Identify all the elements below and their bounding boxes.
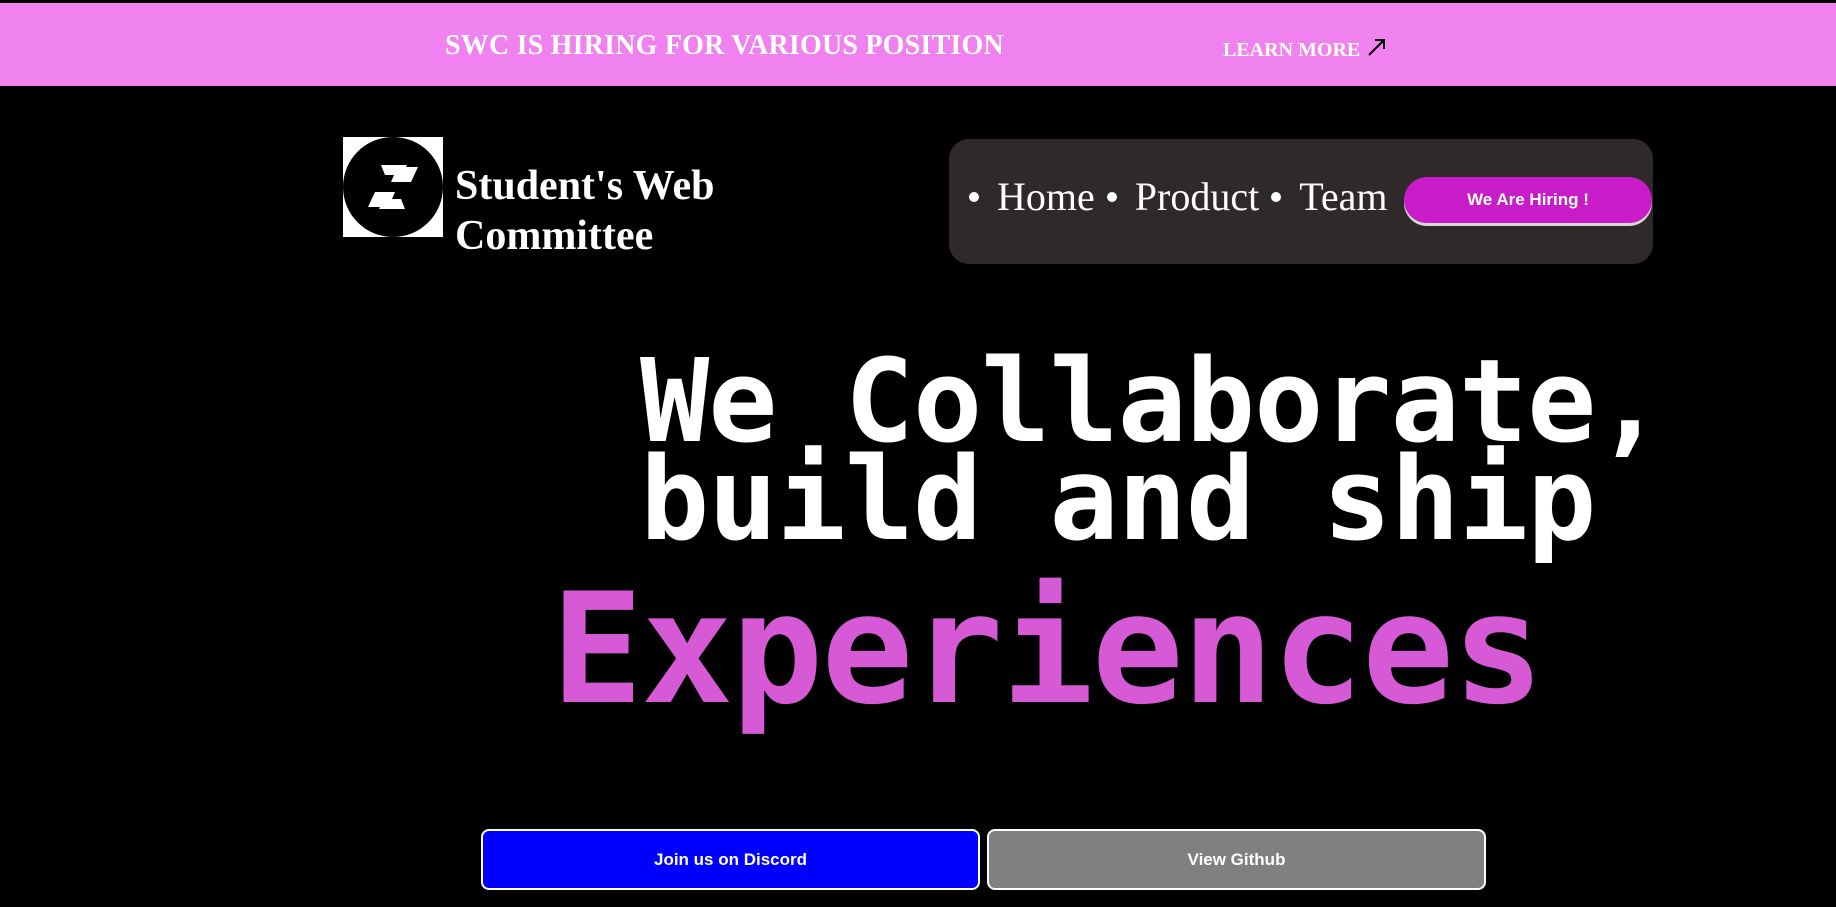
- we-are-hiring-button[interactable]: We Are Hiring !: [1404, 177, 1652, 223]
- hiring-banner: SWC IS HIRING FOR VARIOUS POSITION LEARN…: [0, 3, 1836, 86]
- swc-logo-icon[interactable]: [343, 137, 443, 237]
- bullet-icon: [1106, 192, 1117, 202]
- banner-title: SWC IS HIRING FOR VARIOUS POSITION: [445, 30, 1004, 61]
- brand-name-line2: Committee: [455, 213, 654, 259]
- nav-item-product[interactable]: Product: [1106, 174, 1260, 219]
- brand-name-line1: Student's Web: [455, 163, 715, 209]
- nav-item-label: Home: [997, 174, 1095, 219]
- bullet-icon: [969, 192, 979, 202]
- hero-headline-line2: build and ship: [640, 433, 1596, 567]
- nav-item-label: Product: [1134, 174, 1260, 219]
- arrow-up-right-icon: [1368, 39, 1386, 56]
- learn-more-link[interactable]: LEARN MORE: [1223, 36, 1388, 64]
- hero-accent-word: Experiences: [551, 561, 1544, 739]
- nav-item-label: Team: [1299, 174, 1388, 219]
- view-github-button[interactable]: View Github: [987, 829, 1486, 890]
- bullet-icon: [1271, 192, 1282, 202]
- brand-name: Student's Web Committee: [455, 161, 715, 261]
- nav-item-home[interactable]: Home: [969, 175, 1095, 219]
- join-discord-button[interactable]: Join us on Discord: [481, 829, 980, 890]
- nav-item-team[interactable]: Team: [1271, 175, 1387, 219]
- nav-list: Home Product Team: [969, 175, 1399, 219]
- learn-more-label: LEARN MORE: [1223, 39, 1361, 61]
